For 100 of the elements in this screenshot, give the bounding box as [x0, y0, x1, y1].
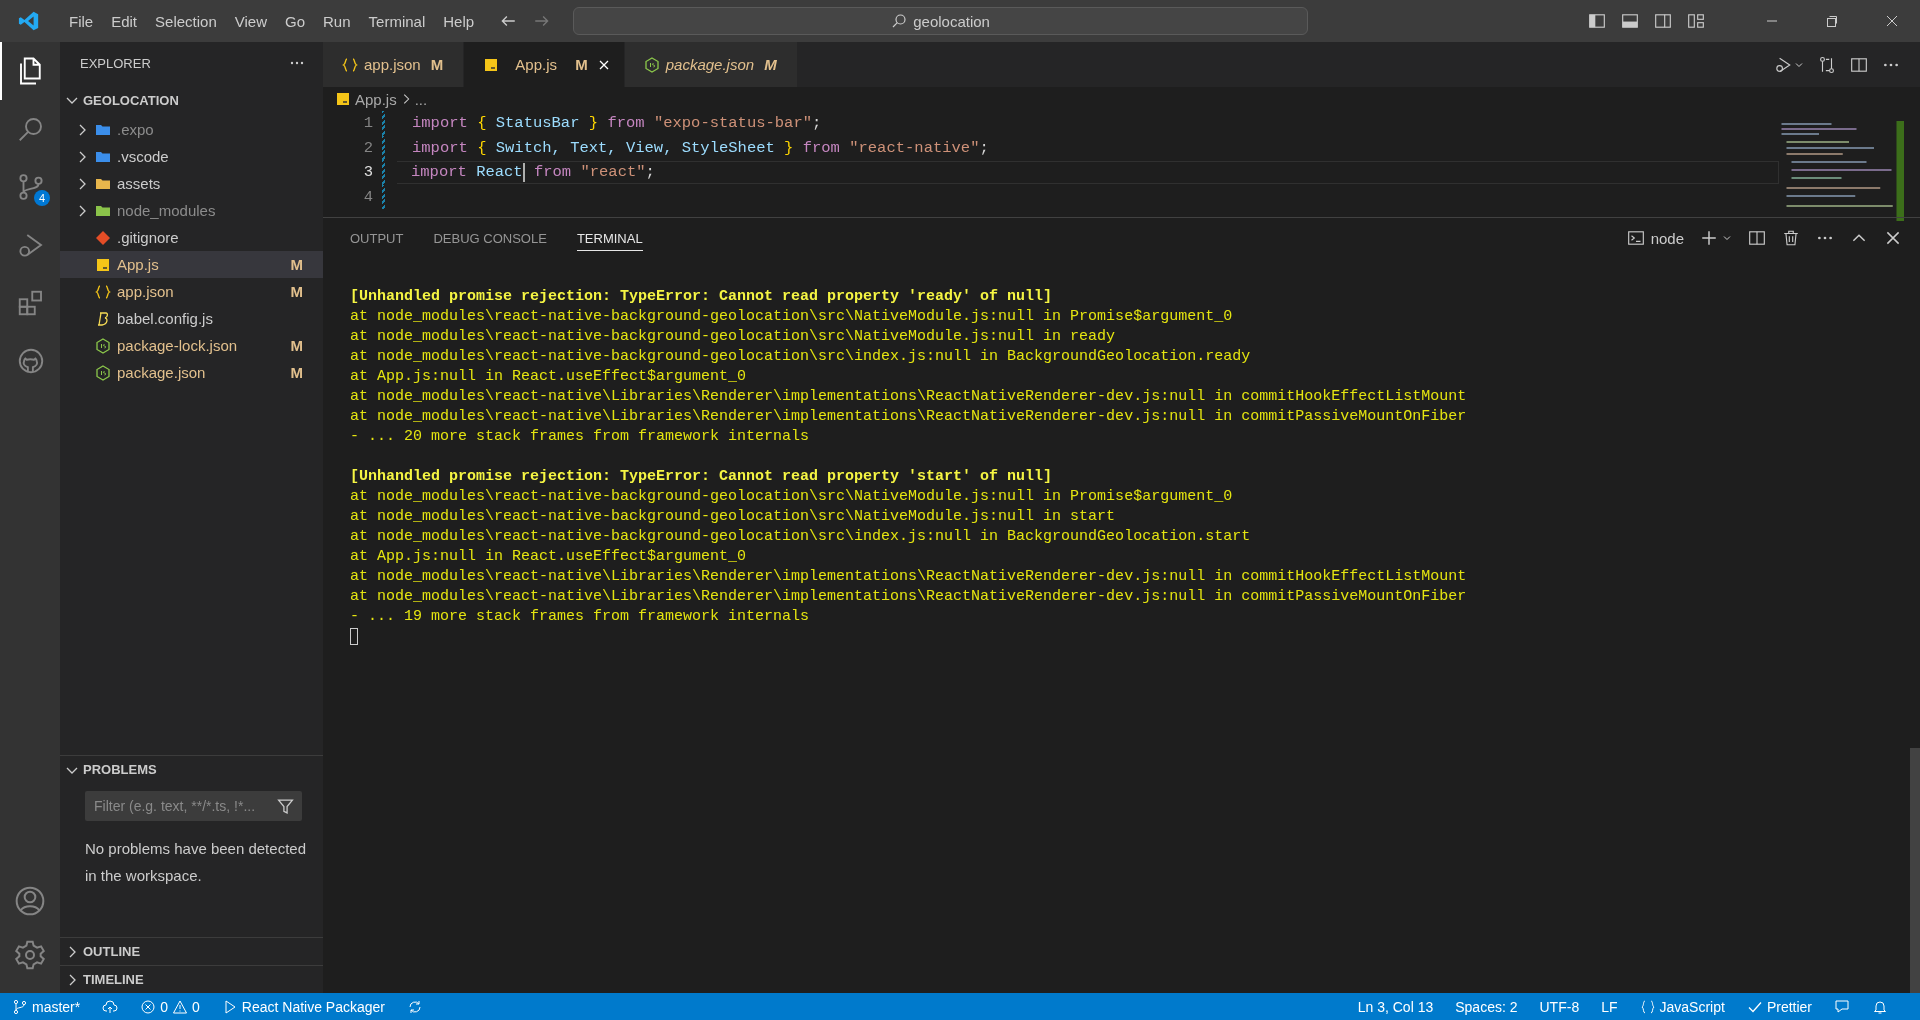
branch-icon [12, 998, 28, 1015]
terminal-line: at node_modules\react-native\Libraries\Renderer\implementations\ReactNativeRenderer-dev.js:null in commitPassiveMountOnFiber [350, 407, 1468, 427]
split-terminal-icon[interactable] [1748, 229, 1766, 247]
formatter-status[interactable]: Prettier [1746, 998, 1812, 1015]
menu-item[interactable]: Run [314, 8, 360, 34]
file-tree-item[interactable]: babel.config.js [60, 305, 323, 332]
editor-tab[interactable]: app.json M [323, 42, 465, 87]
caret-icon[interactable] [1722, 233, 1732, 243]
breadcrumb-item[interactable]: App.js [355, 90, 397, 108]
problems-status[interactable]: 0 0 [140, 998, 200, 1015]
code-token: { [477, 114, 487, 133]
menu-item[interactable]: View [225, 8, 276, 34]
terminal-line: [Unhandled promise rejection: TypeError: Cannot read property 'ready' of null] [350, 287, 1054, 307]
split-editor-icon[interactable] [1850, 55, 1868, 74]
modified-indicator: M [290, 283, 303, 300]
terminal-line: at node_modules\react-native-background-geolocation\src\NativeModule.js:null in ready [350, 327, 1117, 347]
notification-badge: 4 [34, 190, 50, 206]
menu-item[interactable]: File [60, 8, 103, 34]
terminal-line: at node_modules\react-native\Libraries\Renderer\implementations\ReactNativeRenderer-dev.js:null in commitHookEffectListMount [350, 387, 1468, 407]
section-header[interactable]: OUTLINE [60, 937, 323, 965]
code-token: { [477, 138, 487, 157]
filter-icon[interactable] [277, 797, 294, 815]
js-file-icon [95, 256, 111, 273]
file-tree-item[interactable]: .vscode [60, 143, 323, 170]
cloud-upload-icon[interactable] [102, 998, 119, 1015]
status-item[interactable]: LF [1601, 998, 1618, 1015]
panel-tab[interactable]: OUTPUT [350, 225, 404, 251]
menu-item[interactable]: Help [434, 8, 484, 34]
terminal-line: at App.js:null in React.useEffect$argument_0 [350, 547, 748, 567]
modified-indicator: M [290, 364, 303, 381]
braces-icon [95, 283, 111, 300]
compare-changes-icon[interactable] [1818, 55, 1836, 74]
code-token: Switch, Text, View, StyleSheet [494, 138, 776, 157]
file-tree-item[interactable]: assets [60, 170, 323, 197]
run-debug-icon[interactable] [1774, 55, 1792, 74]
code-token: "react-native" [849, 138, 980, 157]
toggle-panel-icon[interactable] [1621, 12, 1639, 30]
hexagon-icon [95, 337, 111, 354]
search-icon [891, 13, 908, 29]
toggle-secondary-sidebar-icon[interactable] [1654, 12, 1672, 30]
problems-message: No problems have been detected in the workspace. [85, 839, 307, 886]
toggle-sidebar-icon[interactable] [1588, 12, 1606, 30]
branch-status[interactable]: master* [12, 998, 81, 1015]
filter-field[interactable]: Filter (e.g. text, **/*.ts, !*... [85, 791, 302, 821]
command-search-field[interactable]: geolocation [573, 7, 1309, 35]
status-item[interactable]: Ln 3, Col 13 [1357, 998, 1434, 1015]
language-mode[interactable]: JavaScript [1639, 998, 1725, 1015]
file-tree-item[interactable]: App.js M [60, 251, 323, 278]
terminal-line: at node_modules\react-native-background-geolocation\src\NativeModule.js:null in Promise$argument_0 [350, 307, 1234, 327]
bell-icon[interactable] [1872, 998, 1888, 1015]
editor-tab[interactable]: package.json M [624, 42, 798, 87]
scrollbar-thumb[interactable] [1910, 748, 1920, 993]
menu-item[interactable]: Edit [102, 8, 147, 34]
terminal-selector[interactable]: node [1626, 229, 1684, 247]
line-number: 2 [362, 138, 373, 157]
activity-bar-item[interactable]: 4 [0, 158, 60, 216]
modified-indicator: M [290, 337, 303, 354]
status-item[interactable]: Spaces: 2 [1455, 998, 1518, 1015]
section-header[interactable]: PROBLEMS [60, 756, 323, 783]
breadcrumb-item[interactable]: ... [414, 90, 428, 108]
file-tree-item[interactable]: app.json M [60, 278, 323, 305]
file-tree-item[interactable]: package-lock.json M [60, 332, 323, 359]
settings-icon[interactable] [14, 939, 46, 971]
panel-tab[interactable]: DEBUG CONSOLE [433, 225, 547, 251]
file-tree-item[interactable]: .expo [60, 116, 323, 143]
file-tree-item[interactable]: .gitignore [60, 224, 323, 251]
braces-icon [342, 56, 358, 73]
account-icon[interactable] [14, 885, 46, 917]
code-token: } [588, 114, 599, 133]
terminal-line: [Unhandled promise rejection: TypeError: Cannot read property 'start' of null] [350, 467, 1054, 487]
trash-icon[interactable] [1782, 229, 1800, 247]
file-tree-item[interactable]: node_modules [60, 197, 323, 224]
code-token: "expo-status-bar" [653, 114, 813, 133]
babel-icon [95, 310, 111, 327]
plus-icon[interactable] [1700, 229, 1718, 247]
packager-status[interactable]: React Native Packager [221, 998, 385, 1015]
menu-item[interactable]: Terminal [359, 8, 435, 34]
status-item[interactable]: UTF-8 [1539, 998, 1580, 1015]
menu-item[interactable]: Selection [146, 8, 226, 34]
panel-tab[interactable]: TERMINAL [576, 225, 643, 251]
line-number: 3 [362, 163, 373, 182]
modified-indicator: M [764, 56, 777, 73]
refresh-icon[interactable] [407, 998, 423, 1015]
close-icon[interactable] [1884, 229, 1902, 247]
code-token: "react" [580, 163, 646, 182]
terminal-line: at node_modules\react-native-background-geolocation\src\NativeModule.js:null in start [350, 507, 1117, 527]
editor-tab[interactable]: App.js M [464, 42, 625, 87]
feedback-icon[interactable] [1834, 998, 1850, 1015]
close-icon[interactable] [1884, 13, 1900, 29]
github-icon [16, 346, 46, 376]
code-token: ; [645, 163, 655, 182]
terminal-line: at node_modules\react-native\Libraries\Renderer\implementations\ReactNativeRenderer-dev.js:null in commitPassiveMountOnFiber [350, 587, 1468, 607]
folder-header[interactable]: GEOLOCATION [60, 84, 323, 116]
restore-icon[interactable] [1824, 13, 1840, 29]
menu-item[interactable]: Go [276, 8, 314, 34]
customize-layout-icon[interactable] [1687, 12, 1705, 30]
terminal-icon [1626, 229, 1645, 247]
app-logo-icon [18, 10, 40, 32]
code-token: ; [812, 114, 822, 133]
file-tree-item[interactable]: package.json M [60, 359, 323, 386]
